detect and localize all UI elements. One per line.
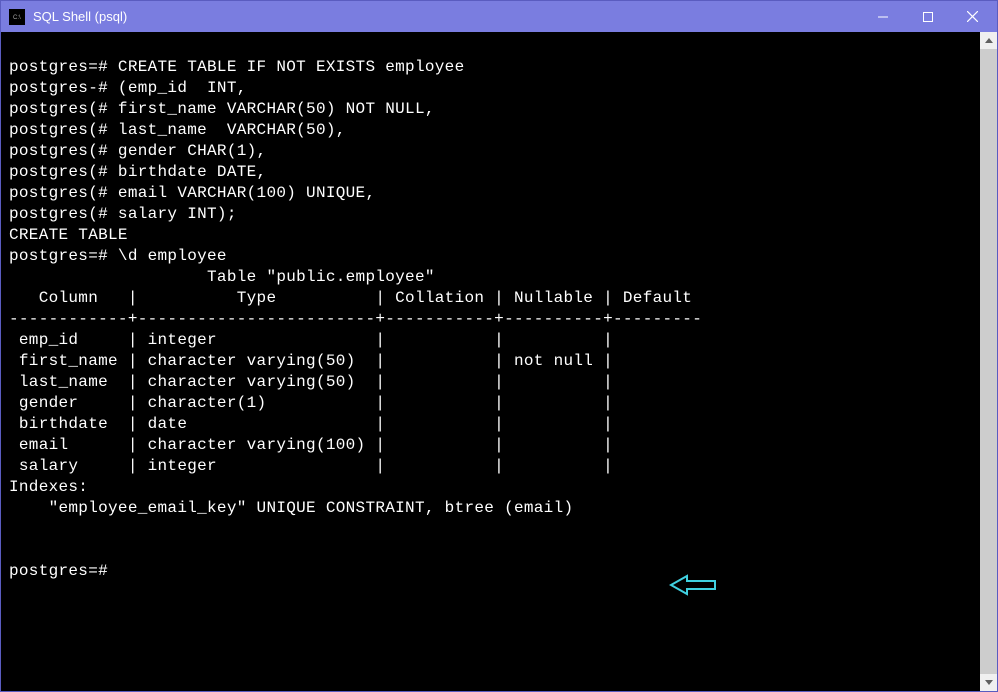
terminal-body: postgres=# CREATE TABLE IF NOT EXISTS em… — [1, 32, 997, 691]
terminal-line: postgres=# CREATE TABLE IF NOT EXISTS em… — [9, 58, 464, 76]
minimize-icon — [878, 12, 888, 22]
terminal-line: postgres=# \d employee — [9, 247, 227, 265]
terminal-line: first_name | character varying(50) | | n… — [9, 352, 613, 370]
vertical-scrollbar[interactable] — [980, 32, 997, 691]
terminal-line: postgres(# email VARCHAR(100) UNIQUE, — [9, 184, 375, 202]
app-icon: C:\ — [9, 9, 25, 25]
terminal-line: email | character varying(100) | | | — [9, 436, 613, 454]
terminal-line: postgres=# — [9, 562, 108, 580]
minimize-button[interactable] — [860, 2, 905, 31]
terminal-line: postgres(# gender CHAR(1), — [9, 142, 266, 160]
terminal-line: Table "public.employee" — [9, 268, 435, 286]
titlebar[interactable]: C:\ SQL Shell (psql) — [1, 1, 997, 32]
arrow-left-icon — [669, 574, 717, 596]
terminal-line: postgres(# first_name VARCHAR(50) NOT NU… — [9, 100, 435, 118]
terminal-content[interactable]: postgres=# CREATE TABLE IF NOT EXISTS em… — [1, 32, 980, 691]
terminal-line: Indexes: — [9, 478, 88, 496]
terminal-line: Column | Type | Collation | Nullable | D… — [9, 289, 692, 307]
scroll-track[interactable] — [980, 49, 997, 674]
terminal-line: salary | integer | | | — [9, 457, 613, 475]
terminal-line: emp_id | integer | | | — [9, 331, 613, 349]
terminal-line: postgres(# salary INT); — [9, 205, 237, 223]
chevron-down-icon — [985, 680, 993, 685]
close-icon — [967, 11, 978, 22]
terminal-line: birthdate | date | | | — [9, 415, 613, 433]
maximize-icon — [923, 12, 933, 22]
chevron-up-icon — [985, 38, 993, 43]
arrow-annotation — [649, 553, 717, 603]
terminal-line: "employee_email_key" UNIQUE CONSTRAINT, … — [9, 499, 573, 517]
close-button[interactable] — [950, 2, 995, 31]
terminal-line: postgres-# (emp_id INT, — [9, 79, 247, 97]
window-controls — [860, 2, 995, 31]
window-title: SQL Shell (psql) — [33, 9, 860, 24]
terminal-line: postgres(# birthdate DATE, — [9, 163, 266, 181]
scroll-down-button[interactable] — [980, 674, 997, 691]
terminal-line: last_name | character varying(50) | | | — [9, 373, 613, 391]
terminal-line: CREATE TABLE — [9, 226, 128, 244]
terminal-line: ------------+------------------------+--… — [9, 310, 702, 328]
terminal-line: postgres(# last_name VARCHAR(50), — [9, 121, 346, 139]
maximize-button[interactable] — [905, 2, 950, 31]
svg-text:C:\: C:\ — [13, 15, 21, 21]
terminal-window: C:\ SQL Shell (psql) postgres=# CREATE T… — [0, 0, 998, 692]
scroll-thumb[interactable] — [980, 49, 997, 674]
scroll-up-button[interactable] — [980, 32, 997, 49]
terminal-line: gender | character(1) | | | — [9, 394, 613, 412]
